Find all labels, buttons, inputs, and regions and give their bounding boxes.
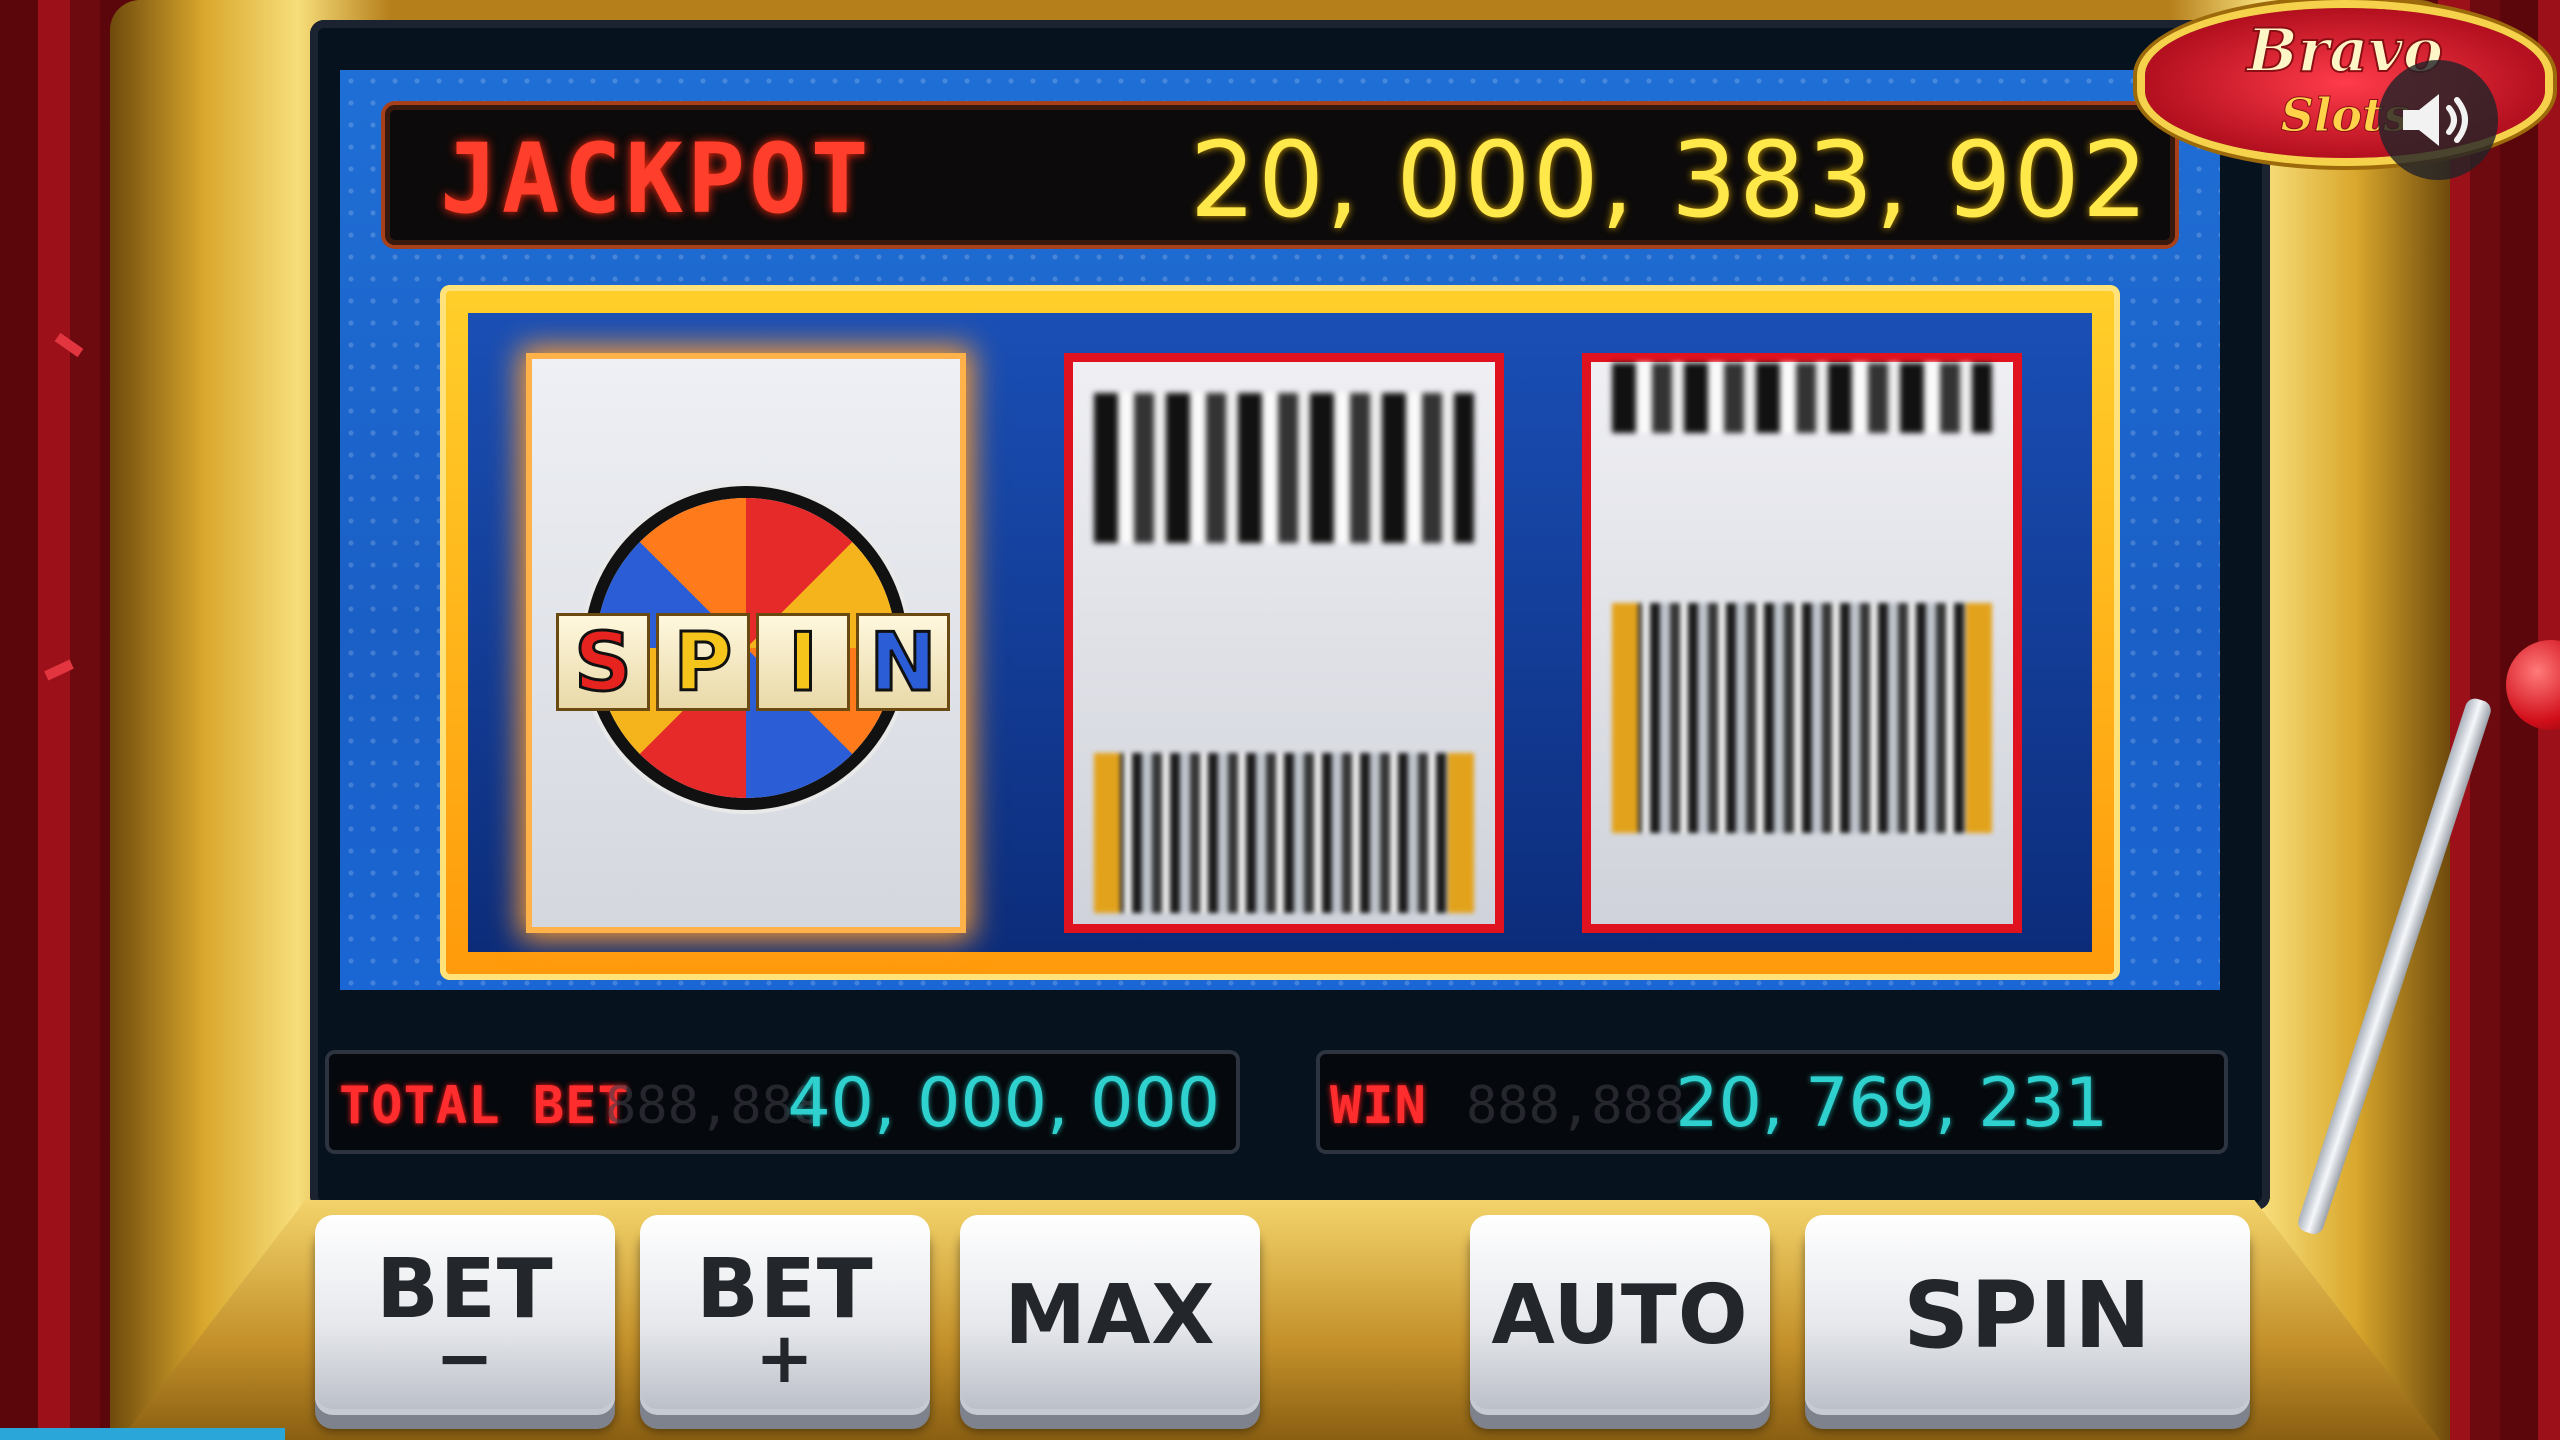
reel-frame: S P I N xyxy=(440,285,2120,980)
reel-3 xyxy=(1582,353,2022,933)
total-bet-label: TOTAL BET xyxy=(339,1076,630,1136)
spin-letter-tiles: S P I N xyxy=(556,613,950,711)
sound-toggle-button[interactable] xyxy=(2378,60,2498,180)
blurred-coil-symbol xyxy=(1612,603,1992,833)
bet-minus-button[interactable]: BET − xyxy=(315,1215,615,1415)
spin-label: SPIN xyxy=(1903,1261,2152,1369)
wheel-icon: S P I N xyxy=(556,498,950,798)
total-bet-meter: TOTAL BET 888,888 40, 000, 000 xyxy=(325,1050,1240,1154)
spin-button[interactable]: SPIN xyxy=(1805,1215,2250,1415)
spin-letter-s: S xyxy=(556,613,650,711)
spin-letter-p: P xyxy=(656,613,750,711)
spin-letter-i: I xyxy=(756,613,850,711)
total-bet-value: 40, 000, 000 xyxy=(787,1064,1220,1143)
bet-plus-button[interactable]: BET + xyxy=(640,1215,930,1415)
win-label: WIN xyxy=(1330,1076,1427,1136)
speaker-icon xyxy=(2403,94,2468,146)
spin-letter-n: N xyxy=(856,613,950,711)
win-value: 20, 769, 231 xyxy=(1675,1064,2108,1143)
reel-1: S P I N xyxy=(526,353,966,933)
max-bet-label: MAX xyxy=(1004,1267,1216,1363)
reel-2 xyxy=(1064,353,1504,933)
jackpot-label: JACKPOT xyxy=(440,123,873,235)
meter-ghost-digits: 888,888 xyxy=(1466,1076,1686,1136)
blurred-bar-symbol xyxy=(1094,393,1474,543)
blurred-coil-symbol xyxy=(1094,753,1474,913)
reel-window: S P I N xyxy=(468,313,2092,952)
jackpot-display: JACKPOT 20, 000, 383, 902 xyxy=(385,105,2175,245)
blurred-bar-symbol xyxy=(1612,363,1992,433)
win-meter: WIN 888,888 20, 769, 231 xyxy=(1316,1050,2228,1154)
loading-progress-line xyxy=(0,1428,285,1440)
max-bet-button[interactable]: MAX xyxy=(960,1215,1260,1415)
minus-icon: − xyxy=(435,1317,495,1399)
plus-icon: + xyxy=(755,1317,815,1399)
auto-spin-button[interactable]: AUTO xyxy=(1470,1215,1770,1415)
auto-spin-label: AUTO xyxy=(1491,1267,1749,1363)
jackpot-value: 20, 000, 383, 902 xyxy=(1189,119,2150,241)
